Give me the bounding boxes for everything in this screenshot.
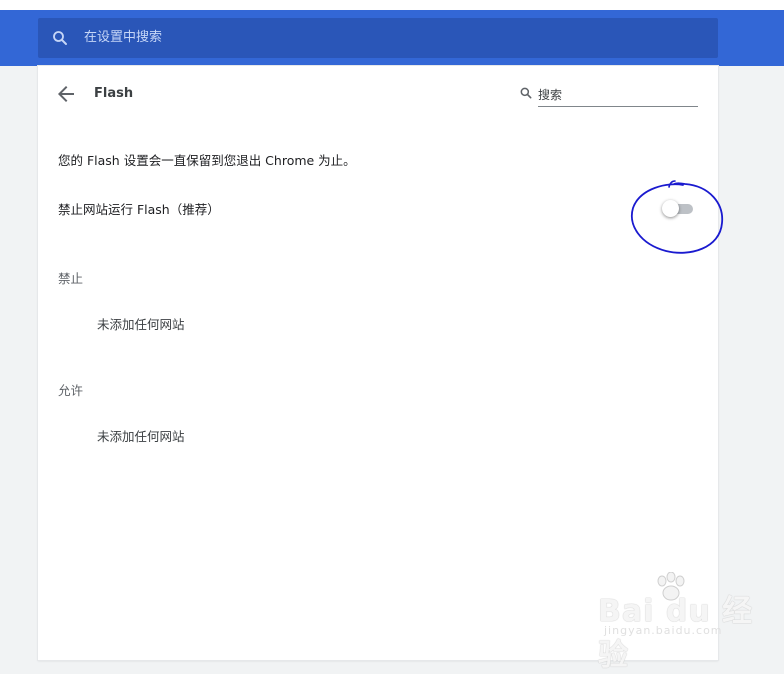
allowed-section-heading: 允许: [58, 383, 84, 398]
page-title: Flash: [94, 86, 134, 101]
blocked-section-heading: 禁止: [58, 271, 84, 286]
block-flash-label: 禁止网站运行 Flash（推荐）: [58, 202, 220, 217]
flash-info-text: 您的 Flash 设置会一直保留到您退出 Chrome 为止。: [58, 153, 356, 168]
search-icon: [53, 31, 67, 45]
search-icon: [520, 87, 532, 99]
allowed-empty-text: 未添加任何网站: [97, 429, 185, 444]
window-top-strip: [0, 0, 784, 10]
settings-search-box[interactable]: 在设置中搜索: [38, 18, 718, 58]
arrow-back-icon[interactable]: [54, 82, 78, 106]
blocked-empty-text: 未添加任何网站: [97, 317, 185, 332]
settings-card: Flash 您的 Flash 设置会一直保留到您退出 Chrome 为止。 禁止…: [38, 66, 723, 660]
toggle-knob: [662, 200, 679, 217]
subpage-search-input[interactable]: [538, 84, 698, 107]
subpage-header: Flash: [38, 66, 718, 122]
block-flash-toggle[interactable]: [662, 199, 696, 219]
settings-header: 在设置中搜索: [0, 10, 784, 66]
settings-search-placeholder[interactable]: 在设置中搜索: [84, 18, 162, 58]
